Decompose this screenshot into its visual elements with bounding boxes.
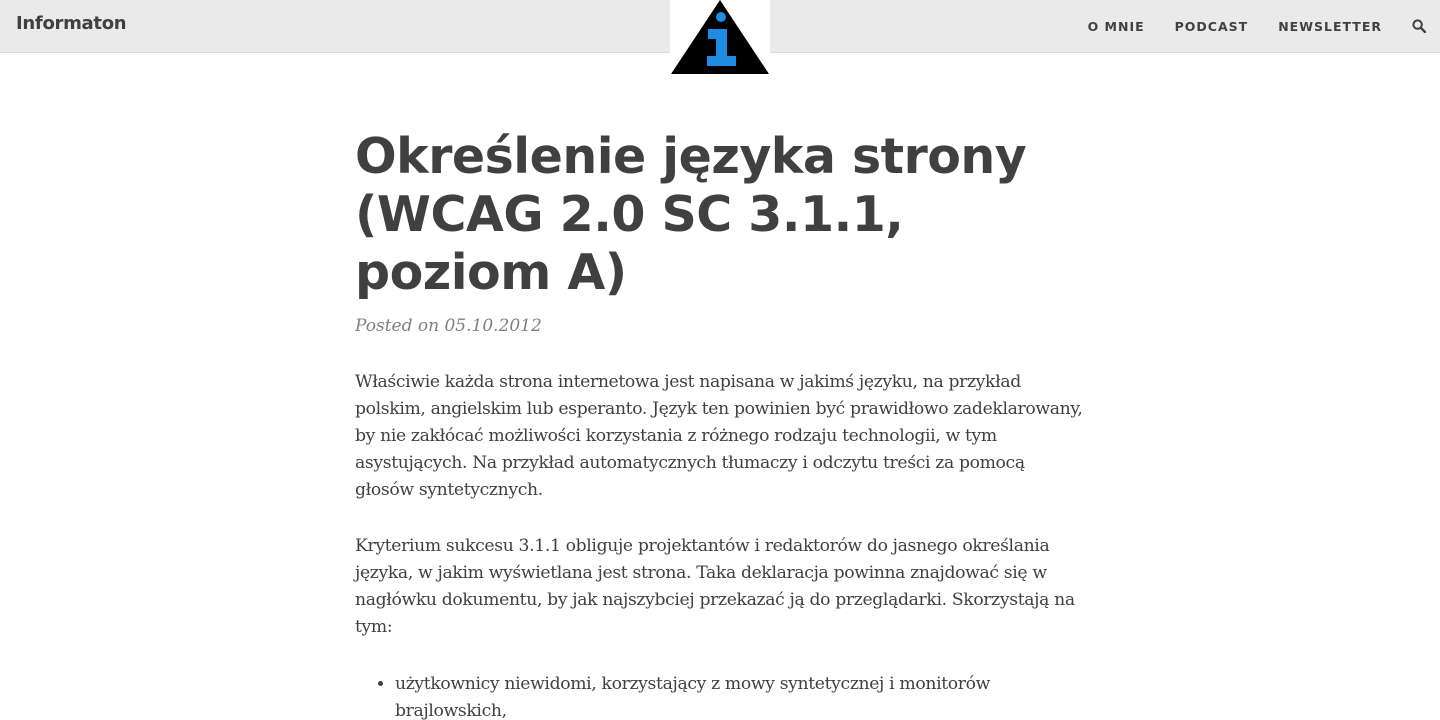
site-brand-link[interactable]: Informaton (16, 13, 127, 34)
main-navigation: O MNIE PODCAST NEWSLETTER (1058, 0, 1427, 52)
search-icon[interactable] (1412, 19, 1427, 34)
beneficiaries-list: użytkownicy niewidomi, korzystający z mo… (355, 671, 1085, 720)
article-paragraph: Właściwie każda strona internetowa jest … (355, 372, 1083, 500)
info-triangle-logo-icon[interactable] (670, 0, 770, 74)
nav-link-newsletter[interactable]: NEWSLETTER (1278, 19, 1382, 34)
article-paragraph: Kryterium sukcesu 3.1.1 obliguje projekt… (355, 536, 1075, 637)
nav-link-o-mnie[interactable]: O MNIE (1088, 19, 1145, 34)
article: Określenie języka strony (WCAG 2.0 SC 3.… (355, 128, 1085, 720)
list-item: użytkownicy niewidomi, korzystający z mo… (395, 671, 1085, 720)
nav-link-podcast[interactable]: PODCAST (1175, 19, 1249, 34)
article-date: Posted on 05.10.2012 (355, 316, 542, 336)
article-title: Określenie języka strony (WCAG 2.0 SC 3.… (355, 128, 1027, 301)
